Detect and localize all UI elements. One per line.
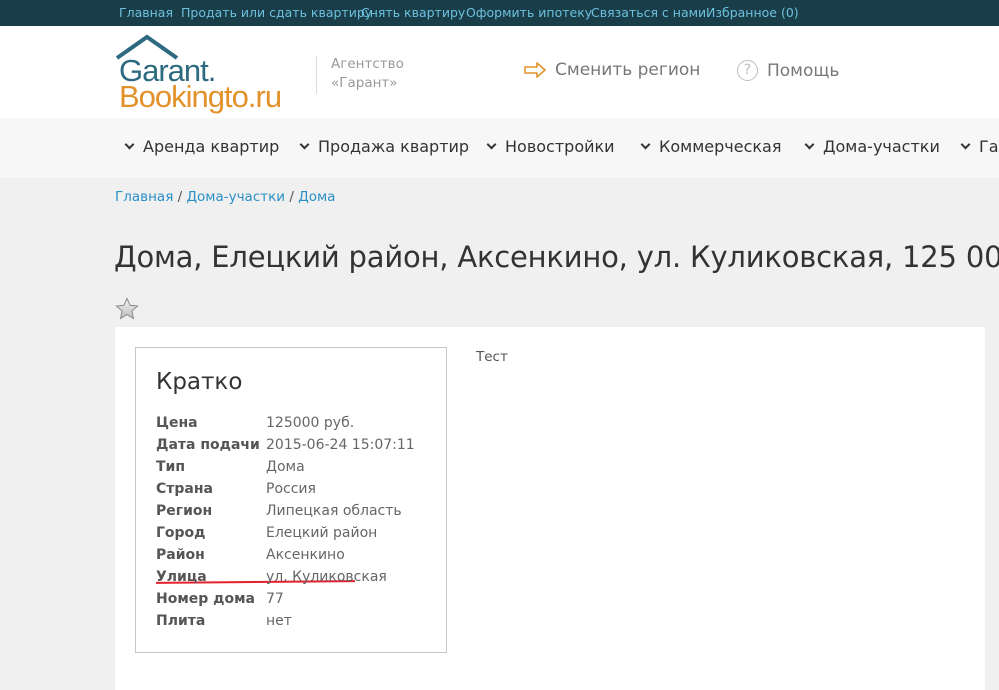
nav-item-houses[interactable]: Дома-участки (804, 137, 940, 156)
spec-label: Город (156, 525, 206, 541)
topbar-link-favorites[interactable]: Избранное (0) (706, 5, 799, 20)
spec-row-date: Дата подачи 2015-06-24 15:07:11 (156, 437, 446, 459)
topbar-link-contact[interactable]: Связаться с нами (591, 5, 706, 20)
spec-value: Елецкий район (266, 525, 378, 541)
top-bar: Главная Продать или сдать квартиру Снять… (0, 0, 999, 26)
agency-line-1: Агентство (331, 56, 404, 72)
nav-item-label: Аренда квартир (143, 137, 280, 156)
spec-label: Цена (156, 415, 198, 431)
spec-value: Россия (266, 481, 316, 497)
nav-item-label: Дома-участки (823, 137, 940, 156)
chevron-down-icon (640, 139, 651, 149)
site-logo[interactable]: Garant. Bookingto.ru (115, 34, 295, 114)
header-divider (316, 56, 317, 94)
agency-name: Агентство «Гарант» (331, 55, 404, 93)
spec-row-price: Цена 125000 руб. (156, 415, 446, 437)
add-to-favorites-button[interactable] (115, 297, 139, 325)
topbar-link-mortgage[interactable]: Оформить ипотеку (466, 5, 592, 20)
spec-value: Липецкая область (266, 503, 402, 519)
nav-item-rent[interactable]: Аренда квартир (124, 137, 280, 156)
spec-value: 125000 руб. (266, 415, 355, 431)
listing-description: Тест (476, 349, 508, 365)
breadcrumb: Главная / Дома-участки / Дома (115, 189, 335, 205)
breadcrumb-separator: / (289, 189, 299, 205)
spec-value: нет (266, 613, 292, 629)
spec-label: Страна (156, 481, 213, 497)
spec-row-street: Улица ул. Куликовская (156, 569, 446, 591)
spec-value: ул. Куликовская (266, 569, 387, 585)
nav-item-label: Га (979, 137, 999, 156)
breadcrumb-home[interactable]: Главная (115, 189, 173, 205)
breadcrumb-section[interactable]: Дома-участки (186, 189, 285, 205)
nav-item-label: Новостройки (505, 137, 615, 156)
spec-label: Район (156, 547, 205, 563)
spec-label: Плита (156, 613, 206, 629)
spec-row-district: Район Аксенкино (156, 547, 446, 569)
nav-item-sale[interactable]: Продажа квартир (299, 137, 470, 156)
spec-row-type: Тип Дома (156, 459, 446, 481)
spec-value: Дома (266, 459, 305, 475)
change-region-link[interactable]: Сменить регион (524, 60, 700, 80)
spec-row-city: Город Елецкий район (156, 525, 446, 547)
spec-row-house-number: Номер дома 77 (156, 591, 446, 613)
chevron-down-icon (960, 139, 971, 149)
star-icon (115, 297, 139, 320)
spec-label: Улица (156, 569, 207, 585)
main-nav: Аренда квартир Продажа квартир Новострой… (0, 118, 999, 178)
spec-row-stove: Плита нет (156, 613, 446, 635)
nav-item-label: Продажа квартир (318, 137, 470, 156)
arrow-right-icon (524, 62, 546, 78)
topbar-link-home[interactable]: Главная (119, 5, 173, 20)
spec-value: 77 (266, 591, 284, 607)
nav-item-label: Коммерческая (659, 137, 782, 156)
spec-row-country: Страна Россия (156, 481, 446, 503)
chevron-down-icon (124, 139, 135, 149)
nav-item-new-buildings[interactable]: Новостройки (486, 137, 615, 156)
breadcrumb-current[interactable]: Дома (298, 189, 335, 205)
spec-row-region: Регион Липецкая область (156, 503, 446, 525)
chevron-down-icon (299, 139, 310, 149)
topbar-link-sell[interactable]: Продать или сдать квартиру (181, 5, 372, 20)
question-circle-icon: ? (737, 60, 758, 81)
help-label: Помощь (767, 60, 840, 81)
logo-text-bookingto: Bookingto.ru (119, 79, 282, 114)
summary-card: Кратко Цена 125000 руб. Дата подачи 2015… (135, 347, 447, 653)
chevron-down-icon (486, 139, 497, 149)
help-link[interactable]: ? Помощь (737, 60, 839, 81)
spec-label: Номер дома (156, 591, 255, 607)
change-region-label: Сменить регион (555, 60, 701, 80)
topbar-link-rent[interactable]: Снять квартиру (361, 5, 465, 20)
spec-label: Дата подачи (156, 437, 260, 453)
listing-content: Кратко Цена 125000 руб. Дата подачи 2015… (115, 327, 985, 690)
summary-title: Кратко (156, 369, 243, 395)
nav-item-commercial[interactable]: Коммерческая (640, 137, 782, 156)
spec-value: Аксенкино (266, 547, 345, 563)
spec-label: Регион (156, 503, 213, 519)
spec-label: Тип (156, 459, 186, 475)
nav-item-garages[interactable]: Га (960, 137, 999, 156)
spec-value: 2015-06-24 15:07:11 (266, 437, 415, 453)
agency-line-2: «Гарант» (331, 75, 398, 91)
site-header: Garant. Bookingto.ru Агентство «Гарант» … (0, 26, 999, 118)
chevron-down-icon (804, 139, 815, 149)
page-title: Дома, Елецкий район, Аксенкино, ул. Кули… (114, 240, 999, 274)
